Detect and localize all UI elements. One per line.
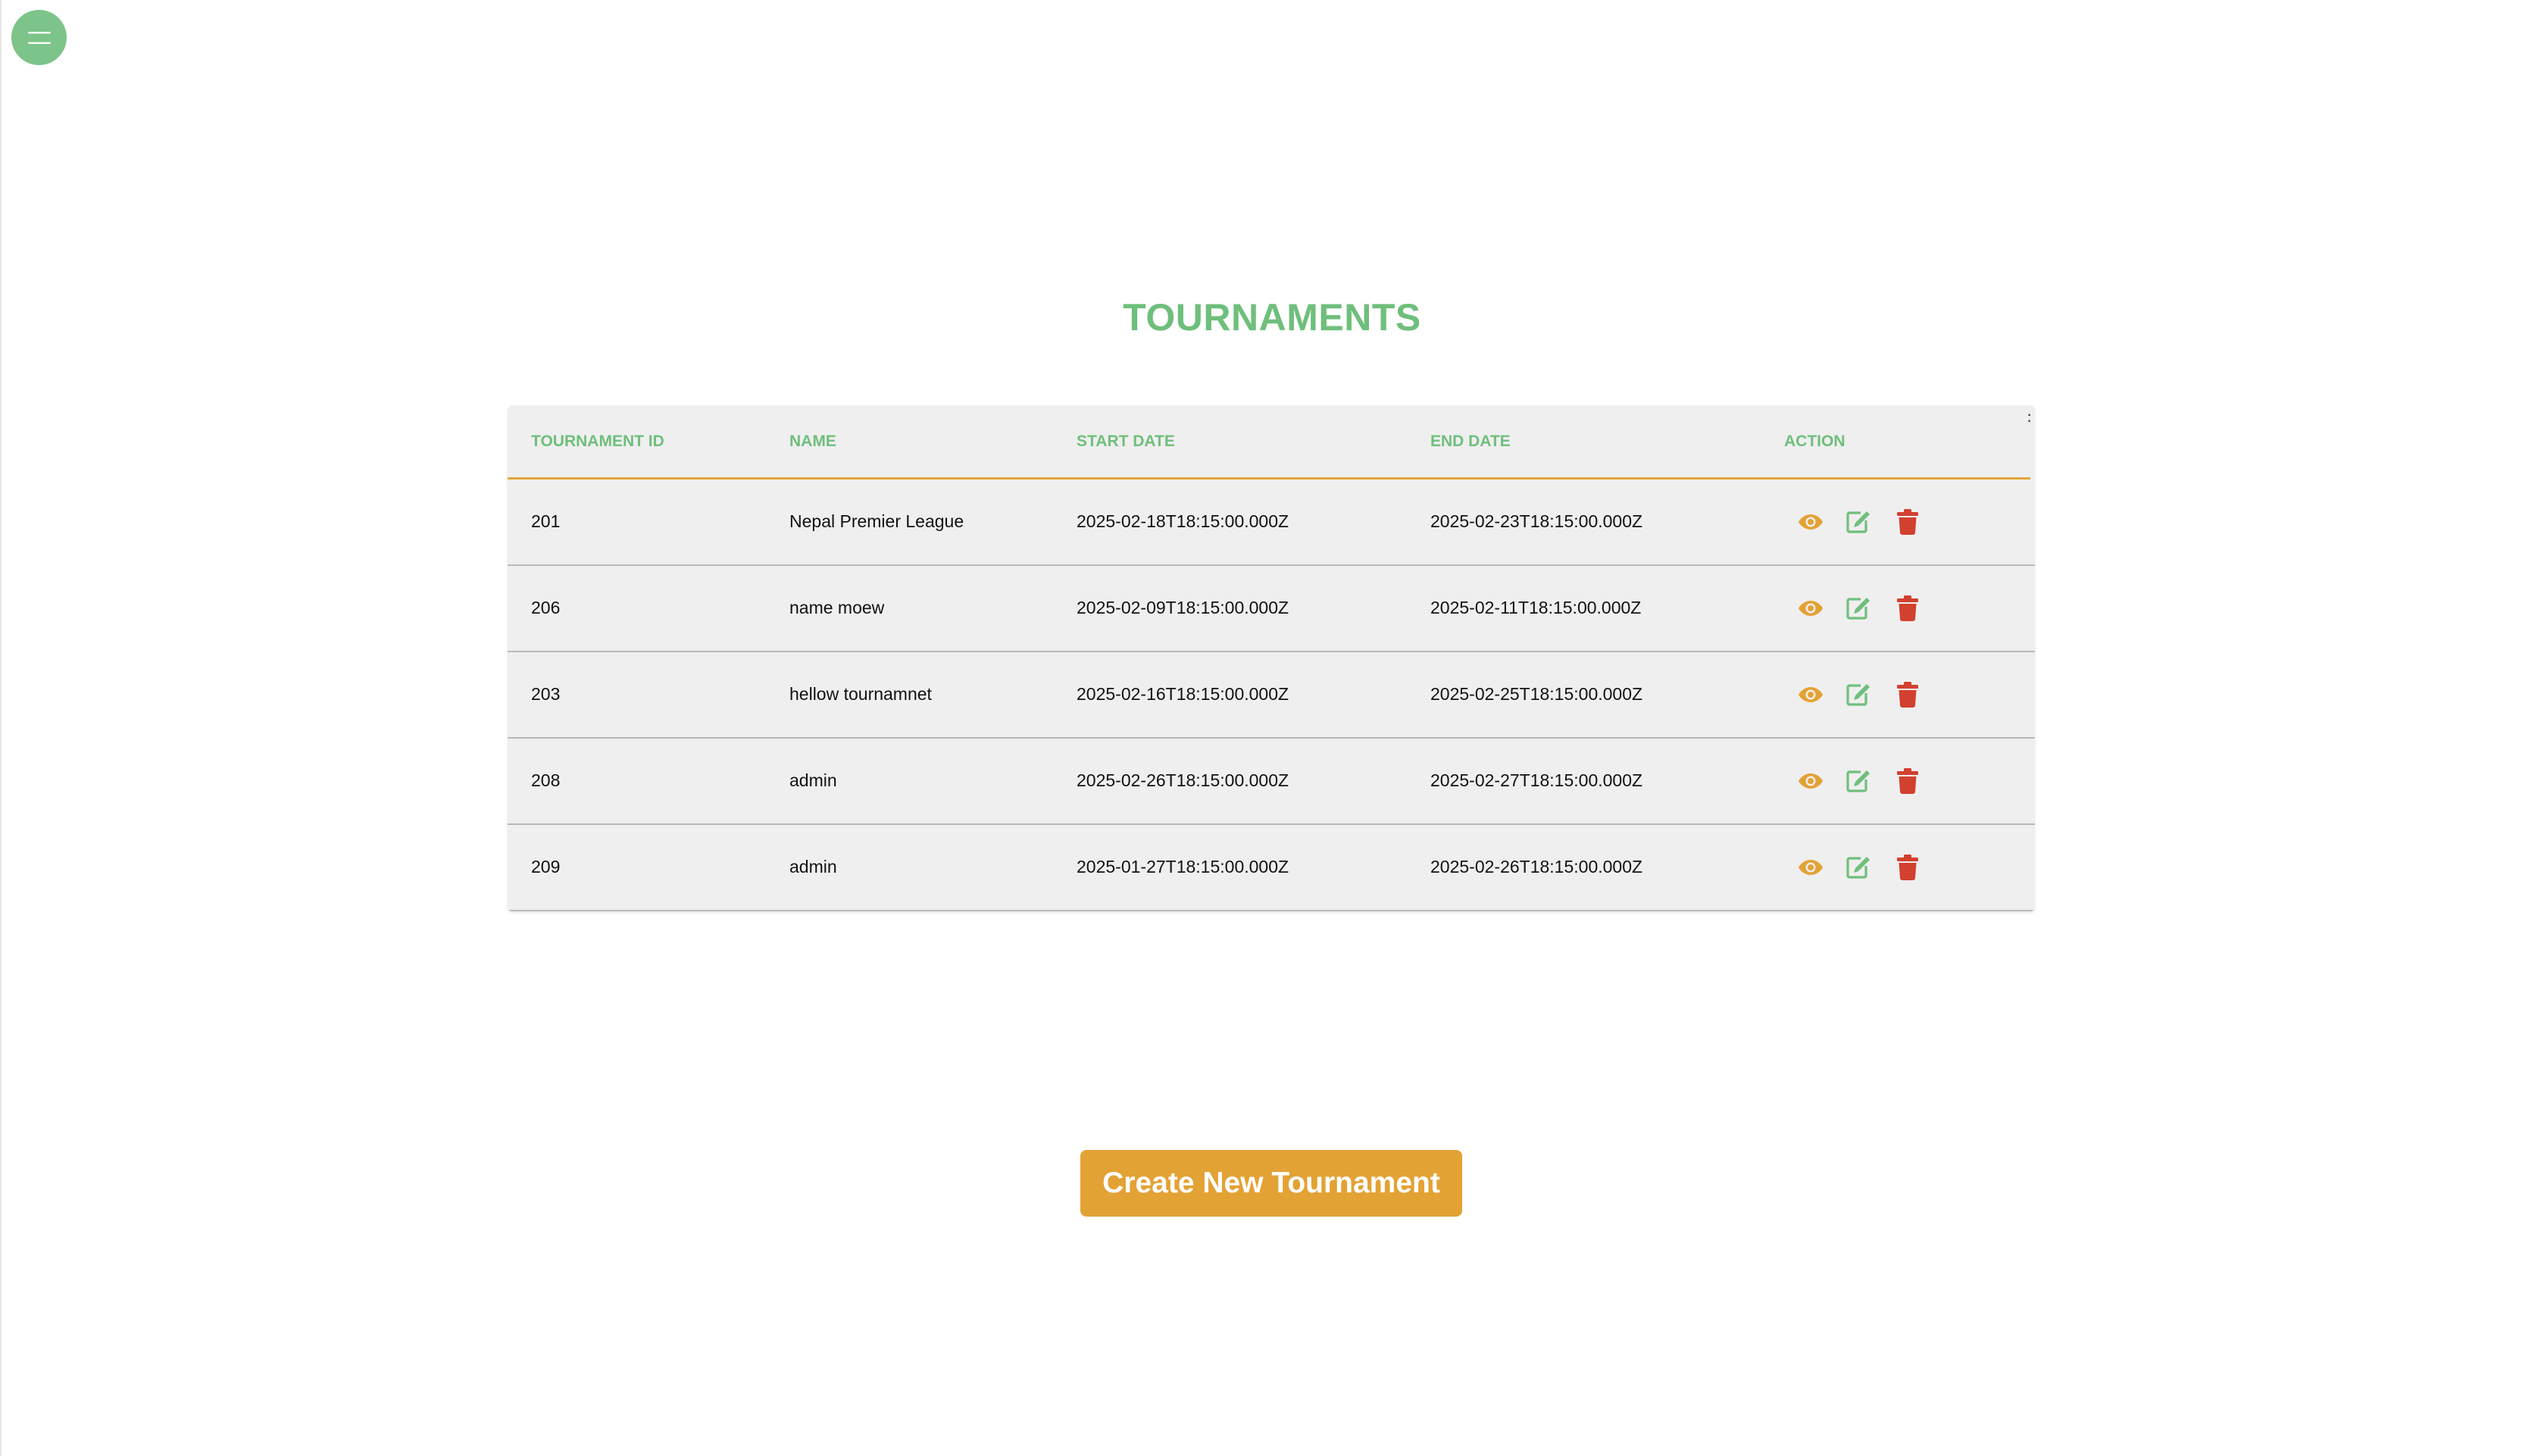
cell-tournament-id: 206 — [531, 598, 561, 617]
trash-icon — [1897, 595, 1918, 621]
header-tournament-id: TOURNAMENT ID — [531, 433, 664, 450]
edit-icon — [1846, 598, 1870, 620]
cell-name: hellow tournamnet — [789, 684, 932, 704]
edit-button[interactable] — [1842, 502, 1875, 542]
edit-icon — [1846, 857, 1870, 879]
page: TOURNAMENTS : TOURNAMENT ID NAME START D… — [0, 0, 2544, 1456]
delete-button[interactable] — [1891, 589, 1924, 628]
cell-name: admin — [789, 857, 837, 876]
edit-button[interactable] — [1842, 589, 1875, 628]
edit-button[interactable] — [1842, 675, 1875, 714]
edit-icon — [1846, 770, 1870, 792]
page-title: TOURNAMENTS — [1123, 296, 1421, 339]
delete-button[interactable] — [1891, 848, 1924, 887]
cell-start-date: 2025-02-16T18:15:00.000Z — [1077, 684, 1289, 704]
header-name: NAME — [789, 433, 836, 450]
cell-end-date: 2025-02-23T18:15:00.000Z — [1430, 511, 1643, 531]
cell-start-date: 2025-02-26T18:15:00.000Z — [1077, 770, 1289, 790]
table-row: 201 Nepal Premier League 2025-02-18T18:1… — [508, 480, 2035, 566]
eye-icon — [1799, 773, 1823, 789]
trash-icon — [1897, 682, 1918, 708]
cell-name: Nepal Premier League — [789, 511, 964, 531]
hamburger-icon — [27, 31, 51, 44]
cell-start-date: 2025-02-18T18:15:00.000Z — [1077, 511, 1289, 531]
view-button[interactable] — [1794, 848, 1827, 887]
trash-icon — [1897, 855, 1918, 880]
delete-button[interactable] — [1891, 675, 1924, 714]
view-button[interactable] — [1794, 761, 1827, 801]
header-end-date: END DATE — [1430, 433, 1511, 450]
cell-name: name moew — [789, 598, 885, 617]
cell-tournament-id: 201 — [531, 511, 561, 531]
eye-icon — [1799, 687, 1823, 702]
cell-end-date: 2025-02-27T18:15:00.000Z — [1430, 770, 1643, 790]
view-button[interactable] — [1794, 502, 1827, 542]
delete-button[interactable] — [1891, 761, 1924, 801]
trash-icon — [1897, 509, 1918, 535]
header-action: ACTION — [1784, 433, 1845, 450]
edit-button[interactable] — [1842, 761, 1875, 801]
view-button[interactable] — [1794, 675, 1827, 714]
cell-tournament-id: 203 — [531, 684, 561, 704]
cell-tournament-id: 208 — [531, 770, 561, 790]
cell-end-date: 2025-02-25T18:15:00.000Z — [1430, 684, 1643, 704]
tournaments-table: : TOURNAMENT ID NAME START DATE END DATE… — [508, 405, 2035, 911]
eye-icon — [1799, 601, 1823, 616]
cell-end-date: 2025-02-11T18:15:00.000Z — [1430, 598, 1642, 617]
edit-icon — [1846, 684, 1870, 706]
table-row: 206 name moew 2025-02-09T18:15:00.000Z 2… — [508, 566, 2035, 652]
table-header: TOURNAMENT ID NAME START DATE END DATE A… — [508, 405, 2030, 480]
table-row: 203 hellow tournamnet 2025-02-16T18:15:0… — [508, 652, 2035, 739]
eye-icon — [1799, 514, 1823, 530]
edit-icon — [1846, 511, 1870, 533]
view-button[interactable] — [1794, 589, 1827, 628]
trash-icon — [1897, 768, 1918, 794]
cell-start-date: 2025-02-09T18:15:00.000Z — [1077, 598, 1289, 617]
table-row: 208 admin 2025-02-26T18:15:00.000Z 2025-… — [508, 739, 2035, 825]
eye-icon — [1799, 860, 1823, 875]
cell-end-date: 2025-02-26T18:15:00.000Z — [1430, 857, 1643, 876]
table-row: 209 admin 2025-01-27T18:15:00.000Z 2025-… — [508, 825, 2035, 911]
create-new-tournament-button[interactable]: Create New Tournament — [1080, 1150, 1462, 1217]
cell-start-date: 2025-01-27T18:15:00.000Z — [1077, 857, 1289, 876]
cell-name: admin — [789, 770, 837, 790]
cell-tournament-id: 209 — [531, 857, 561, 876]
edit-button[interactable] — [1842, 848, 1875, 887]
header-start-date: START DATE — [1077, 433, 1175, 450]
delete-button[interactable] — [1891, 502, 1924, 542]
menu-button[interactable] — [11, 10, 67, 65]
